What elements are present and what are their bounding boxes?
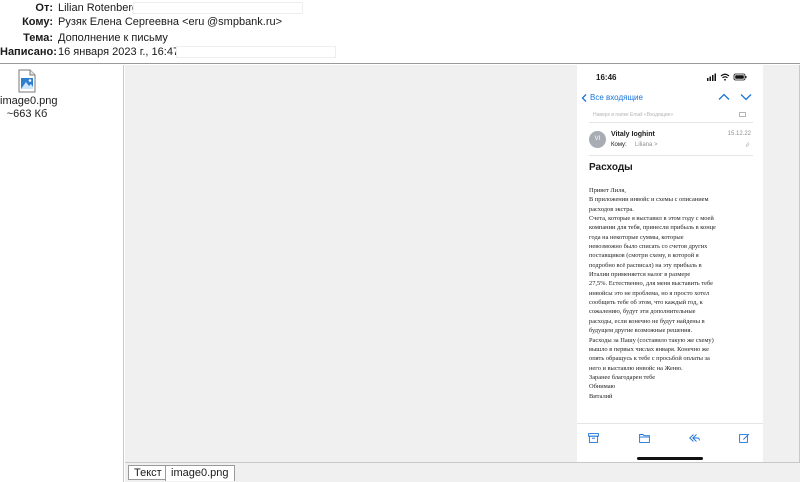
message-body-line: года на некоторые суммы, которые xyxy=(589,233,684,241)
message-body-line: Италии применяется налог в размере xyxy=(589,271,691,279)
message-subject: Расходы xyxy=(589,162,633,173)
message-body-line: Заранее благодарен тебе xyxy=(589,373,656,381)
message-body-line: опять обращусь к тебе с просьбой оплаты … xyxy=(589,355,710,363)
message-body: Привет Лиля, В приложении инвойс и схемы … xyxy=(589,186,757,401)
message-body-line: расходы, если конечно не будут найдены в xyxy=(589,317,705,325)
message-body-line: поставщиков (смотри схему, в которой я xyxy=(589,252,699,260)
message-body-line: будущем другие возможные решения. xyxy=(589,327,693,335)
divider xyxy=(577,423,763,424)
sender-name[interactable]: Vitaly Ioghint xyxy=(611,131,655,138)
date-label: Написано: xyxy=(0,46,57,58)
message-body-line: 27,5%. Естественно, для меня выставить т… xyxy=(589,280,713,288)
message-header: От: Lilian Rotenberg Кому: Рузяк Елена С… xyxy=(0,0,800,64)
message-body-line: В приложении инвойс и схемы с описанием xyxy=(589,196,709,204)
message-body-line: Привет Лиля, xyxy=(589,187,626,194)
recipient-label: Кому: xyxy=(611,142,627,148)
to-value-end[interactable]: @smpbank.ru> xyxy=(207,14,282,30)
divider xyxy=(589,155,753,156)
message-date: 15.12.22 xyxy=(727,131,751,137)
message-body-line: инвойсы это не проблема, но я просто хот… xyxy=(589,289,710,297)
view-tab-bar: Текст image0.png xyxy=(125,462,800,482)
image-file-icon[interactable] xyxy=(18,69,36,93)
message-body-line: Расходы за Пашу (составило такую же схем… xyxy=(589,336,714,344)
archive-icon[interactable] xyxy=(588,433,599,443)
attachment-size: ~663 Кб xyxy=(6,108,48,120)
redacted-area xyxy=(176,46,336,58)
message-body-line: подробно всё расписал) на эту прибыль в xyxy=(589,261,702,269)
moved-notice: Наверх в папке Email «Входящие» xyxy=(593,112,674,118)
message-body-line: невозможно было списать со счетов других xyxy=(589,243,708,251)
message-body-line: компании для тебя, принесли прибыль в ко… xyxy=(589,224,716,232)
back-chevron-icon[interactable] xyxy=(581,94,587,102)
move-folder-icon[interactable] xyxy=(639,433,650,443)
message-body-line: Обнимаю xyxy=(589,383,616,391)
ios-battery-icon xyxy=(733,73,747,81)
compose-icon[interactable] xyxy=(739,433,750,443)
paperclip-icon xyxy=(745,142,750,147)
chevron-down-icon[interactable] xyxy=(740,92,752,102)
ios-signal-icon xyxy=(707,73,716,81)
phone-screenshot: 16:46 Все входящие Наверх в папке Email … xyxy=(577,65,763,462)
ios-status-icons xyxy=(707,73,747,81)
attachment-name: image0.png xyxy=(0,95,58,107)
message-body-line: вышло в первых числах января. Конечно же xyxy=(589,345,709,353)
recipient-value[interactable]: Liliana > xyxy=(635,142,658,148)
status-time: 16:46 xyxy=(596,73,617,82)
to-label: Кому: xyxy=(22,16,53,28)
message-body-line: Виталий xyxy=(589,392,613,400)
attachment-item[interactable]: image0.png ~663 Кб xyxy=(0,65,58,123)
date-value: 16 января 2023 г., 16:47:10 xyxy=(58,46,195,58)
ios-wifi-icon xyxy=(720,73,730,81)
message-body-line: сообщить тебе об этом, что каждый год, к xyxy=(589,299,703,307)
tab-text[interactable]: Текст xyxy=(128,465,168,480)
redacted-area xyxy=(133,2,303,14)
avatar: VI xyxy=(589,131,606,148)
message-body-line: него и выставлю инвойс на Женю. xyxy=(589,364,683,372)
attachments-pane: image0.png ~663 Кб xyxy=(0,65,124,482)
image-viewer[interactable]: 16:46 Все входящие Наверх в папке Email … xyxy=(125,65,800,462)
chevron-up-icon[interactable] xyxy=(718,92,730,102)
home-indicator xyxy=(637,457,703,460)
reply-icon[interactable] xyxy=(689,433,700,443)
message-body-line: сожалению, будут эти дополнительные xyxy=(589,308,696,316)
message-body-line: Счета, которые я выставил в этом году с … xyxy=(589,215,714,223)
to-value-start[interactable]: Рузяк Елена Сергеевна <eru xyxy=(58,14,204,30)
back-button[interactable]: Все входящие xyxy=(590,93,643,102)
divider xyxy=(589,122,753,123)
tab-image[interactable]: image0.png xyxy=(165,465,235,481)
folder-icon xyxy=(739,112,746,117)
message-body-line: расходов экстра. xyxy=(589,205,634,213)
